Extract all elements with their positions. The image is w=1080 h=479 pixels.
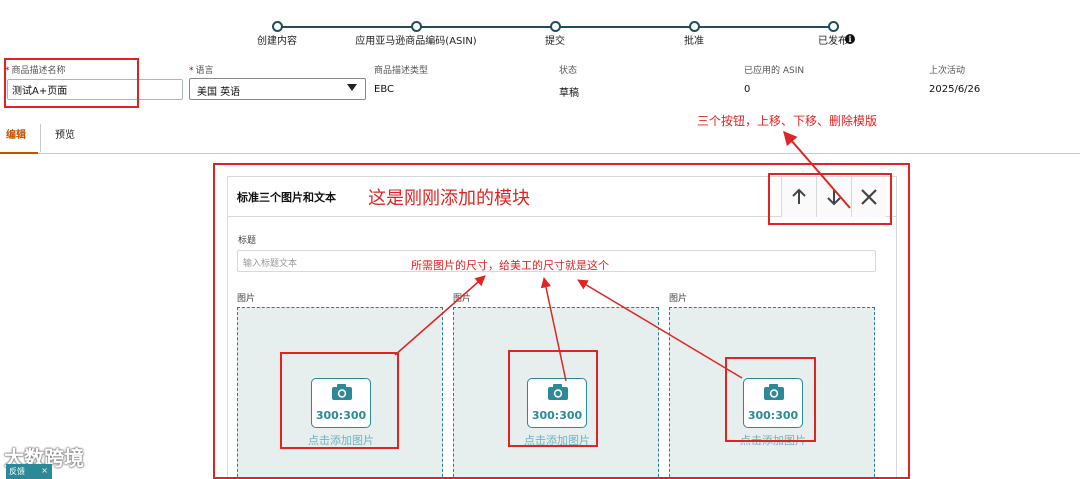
arrow-image-1 — [394, 275, 486, 356]
arrow-to-buttons-note — [783, 130, 851, 209]
annotation-new-module: 这是刚刚添加的模块 — [368, 188, 530, 209]
close-icon[interactable]: × — [41, 466, 48, 475]
annotation-buttons: 三个按钮，上移、下移、删除模版 — [697, 114, 878, 128]
feedback-tab[interactable]: 反馈 × — [6, 464, 52, 479]
arrow-image-3 — [577, 279, 743, 379]
arrow-image-2 — [540, 276, 567, 382]
annotation-arrows — [394, 130, 851, 382]
feedback-label: 反馈 — [9, 467, 25, 476]
annotation-image-size: 所需图片的尺寸，给美工的尺寸就是这个 — [411, 259, 609, 272]
